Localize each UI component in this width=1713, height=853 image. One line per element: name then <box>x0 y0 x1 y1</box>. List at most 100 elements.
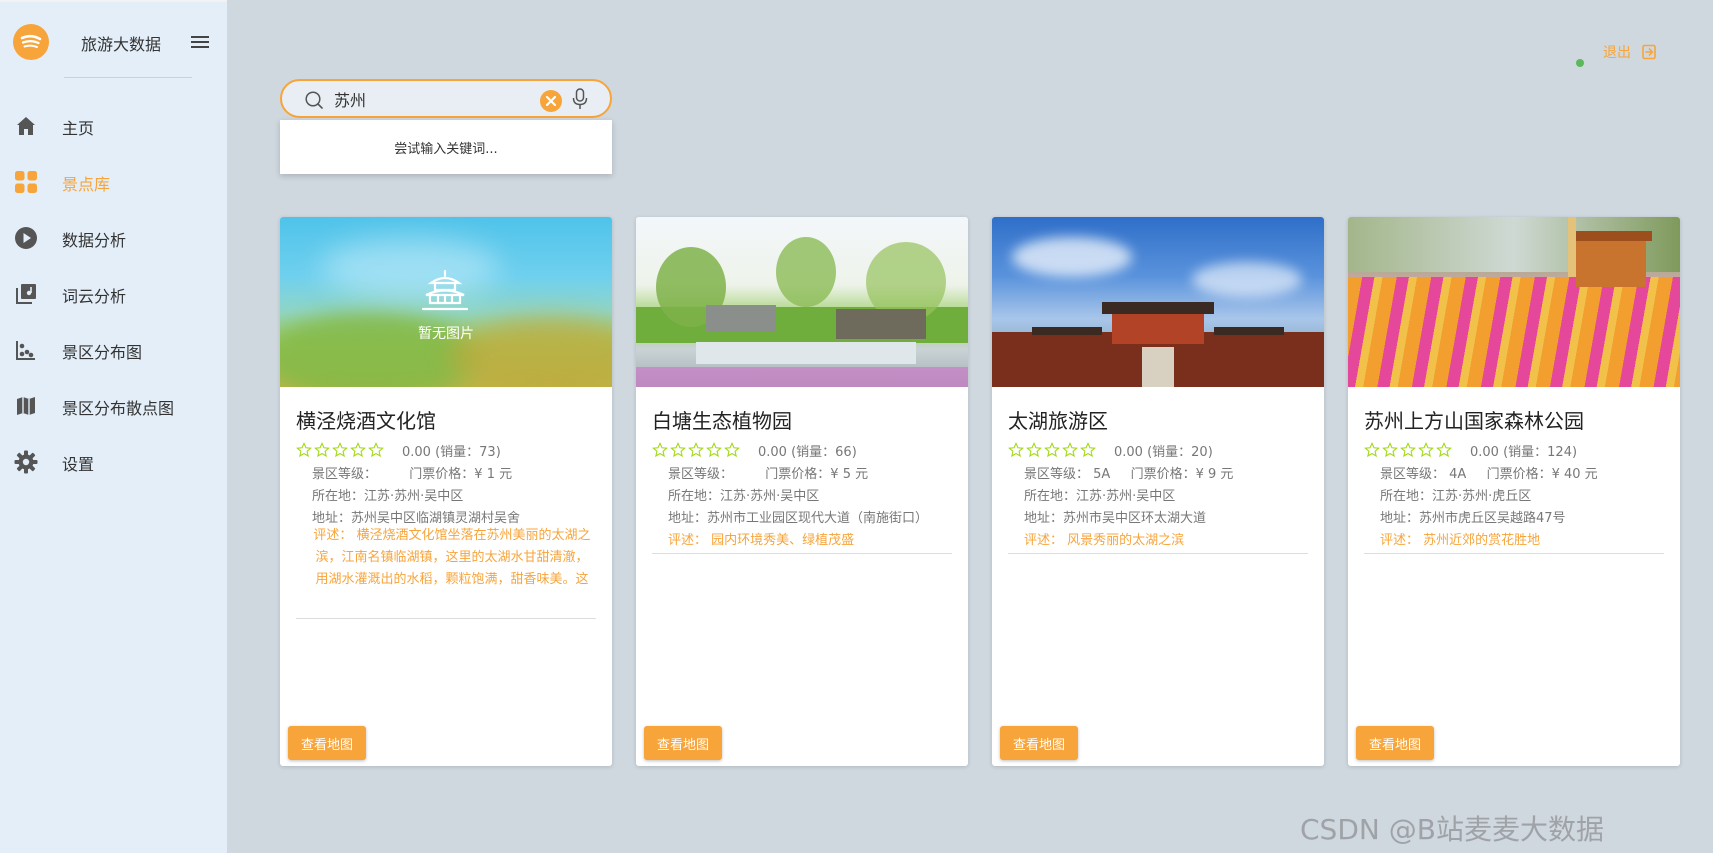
price-label: 门票价格：¥ 1 元 <box>409 467 513 482</box>
description-text: 评述： 苏州近郊的赏花胜地 <box>1380 533 1541 548</box>
rating-text: 0.00 (销量：73) <box>402 444 501 460</box>
attraction-title: 横泾烧酒文化馆 <box>296 409 436 433</box>
gear-icon <box>14 450 38 474</box>
brand-title: 旅游大数据 <box>81 35 162 54</box>
rating-row: 0.00 (销量：124) <box>1364 441 1578 460</box>
star-icon[interactable] <box>1008 442 1024 458</box>
description-text: 评述： 风景秀丽的太湖之滨 <box>1024 533 1185 548</box>
star-icon[interactable] <box>688 442 704 458</box>
search-box <box>280 79 612 118</box>
star-rating[interactable] <box>1364 442 1452 458</box>
view-map-button[interactable]: 查看地图 <box>1000 726 1078 760</box>
rating-row: 0.00 (销量：73) <box>296 441 501 460</box>
address-text: 地址：苏州吴中区临湖镇灵湖村吴舍 <box>312 511 521 526</box>
sidebar-item-label: 景区分布图 <box>62 343 143 362</box>
level-value: 5A <box>1093 467 1111 482</box>
address-text: 地址：苏州市虎丘区吴越路47号 <box>1380 511 1566 526</box>
logo-icon <box>13 24 49 60</box>
view-map-button[interactable]: 查看地图 <box>644 726 722 760</box>
address-text: 地址：苏州市工业园区现代大道（南施街口） <box>668 511 929 526</box>
sidebar-item-label: 设置 <box>62 455 95 474</box>
star-icon[interactable] <box>314 442 330 458</box>
attraction-card: 苏州上方山国家森林公园 0.00 (销量：124) 景区等级： 4A 门票价格：… <box>1348 217 1680 766</box>
app: 旅游大数据 主页 景点库 数据分析 词云分析 景区分布图 景区分布散点图 设置 … <box>0 0 1713 853</box>
sidebar-item-distribution[interactable]: 景区分布图 <box>0 323 227 379</box>
sidebar-item-label: 主页 <box>62 119 95 138</box>
attraction-title: 太湖旅游区 <box>1008 409 1108 433</box>
star-icon[interactable] <box>652 442 668 458</box>
attraction-title: 苏州上方山国家森林公园 <box>1364 409 1584 433</box>
sidebar-item-settings[interactable]: 设置 <box>0 435 227 491</box>
rating-row: 0.00 (销量：66) <box>652 441 857 460</box>
attraction-card: 白塘生态植物园 0.00 (销量：66) 景区等级： 门票价格：¥ 5 元 所在… <box>636 217 968 766</box>
logout-button[interactable]: 退出 <box>1603 42 1657 62</box>
sidebar-item-wordcloud[interactable]: 词云分析 <box>0 267 227 323</box>
description-text: 评述： 横泾烧酒文化馆坐落在苏州美丽的太湖之滨，江南名镇临湖镇，这里的太湖水甘甜… <box>313 528 591 587</box>
search-input[interactable] <box>334 85 554 113</box>
star-icon[interactable] <box>724 442 740 458</box>
star-rating[interactable] <box>296 442 384 458</box>
star-icon[interactable] <box>1400 442 1416 458</box>
location-text: 所在地：江苏·苏州·吴中区 <box>312 489 464 504</box>
sidebar-item-label: 数据分析 <box>62 231 127 250</box>
location-text: 所在地：江苏·苏州·吴中区 <box>668 489 820 504</box>
no-image-label: 暂无图片 <box>418 326 474 342</box>
card-divider <box>1008 553 1308 554</box>
level-price-row: 景区等级： 5A 门票价格：¥ 9 元 <box>1024 463 1233 482</box>
menu-toggle-icon[interactable] <box>189 33 211 51</box>
sidebar-item-attractions[interactable]: 景点库 <box>0 155 227 211</box>
logout-icon <box>1642 44 1656 60</box>
search-suggestion[interactable]: 尝试输入关键词... <box>280 120 612 174</box>
star-icon[interactable] <box>350 442 366 458</box>
temple-icon <box>421 269 469 311</box>
attraction-card: 暂无图片 横泾烧酒文化馆 0.00 (销量：73) 景区等级： 门票价格：¥ 1… <box>280 217 612 766</box>
sidebar-item-scatter-map[interactable]: 景区分布散点图 <box>0 379 227 435</box>
rating-text: 0.00 (销量：124) <box>1470 444 1578 460</box>
star-icon[interactable] <box>368 442 384 458</box>
view-map-button[interactable]: 查看地图 <box>288 726 366 760</box>
price-label: 门票价格：¥ 9 元 <box>1130 467 1234 482</box>
star-icon[interactable] <box>1080 442 1096 458</box>
sidebar-item-data-analysis[interactable]: 数据分析 <box>0 211 227 267</box>
clear-icon[interactable] <box>540 90 562 112</box>
online-status-dot <box>1576 59 1584 67</box>
view-map-button[interactable]: 查看地图 <box>1356 726 1434 760</box>
microphone-icon[interactable] <box>570 88 590 110</box>
star-rating[interactable] <box>652 442 740 458</box>
rating-row: 0.00 (销量：20) <box>1008 441 1213 460</box>
sidebar-item-label: 景区分布散点图 <box>62 399 175 418</box>
sidebar-item-label: 景点库 <box>62 175 111 194</box>
card-divider <box>652 553 952 554</box>
search-suggestion-text: 尝试输入关键词... <box>394 141 498 157</box>
sidebar-item-home[interactable]: 主页 <box>0 99 227 155</box>
level-value: 4A <box>1449 467 1467 482</box>
location-text: 所在地：江苏·苏州·吴中区 <box>1024 489 1176 504</box>
star-icon[interactable] <box>296 442 312 458</box>
star-icon[interactable] <box>1436 442 1452 458</box>
sidebar: 旅游大数据 主页 景点库 数据分析 词云分析 景区分布图 景区分布散点图 设置 <box>0 0 227 853</box>
card-divider <box>1364 553 1664 554</box>
star-icon[interactable] <box>670 442 686 458</box>
level-label: 景区等级： <box>1380 467 1446 482</box>
brand: 旅游大数据 <box>13 24 223 64</box>
star-icon[interactable] <box>1382 442 1398 458</box>
watermark-text: CSDN @B站麦麦大数据 <box>1300 813 1604 846</box>
star-rating[interactable] <box>1008 442 1096 458</box>
location-text: 所在地：江苏·苏州·虎丘区 <box>1380 489 1532 504</box>
photo-library-icon <box>14 282 38 306</box>
sidebar-divider <box>64 77 192 78</box>
star-icon[interactable] <box>706 442 722 458</box>
attraction-card: 太湖旅游区 0.00 (销量：20) 景区等级： 5A 门票价格：¥ 9 元 所… <box>992 217 1324 766</box>
attraction-image <box>1348 217 1680 387</box>
star-icon[interactable] <box>1364 442 1380 458</box>
attraction-image <box>636 217 968 387</box>
star-icon[interactable] <box>1044 442 1060 458</box>
rating-text: 0.00 (销量：20) <box>1114 444 1213 460</box>
star-icon[interactable] <box>1062 442 1078 458</box>
level-price-row: 景区等级： 4A 门票价格：¥ 40 元 <box>1380 463 1598 482</box>
star-icon[interactable] <box>1026 442 1042 458</box>
map-icon <box>14 394 38 418</box>
star-icon[interactable] <box>332 442 348 458</box>
address-text: 地址：苏州市吴中区环太湖大道 <box>1024 511 1207 526</box>
star-icon[interactable] <box>1418 442 1434 458</box>
